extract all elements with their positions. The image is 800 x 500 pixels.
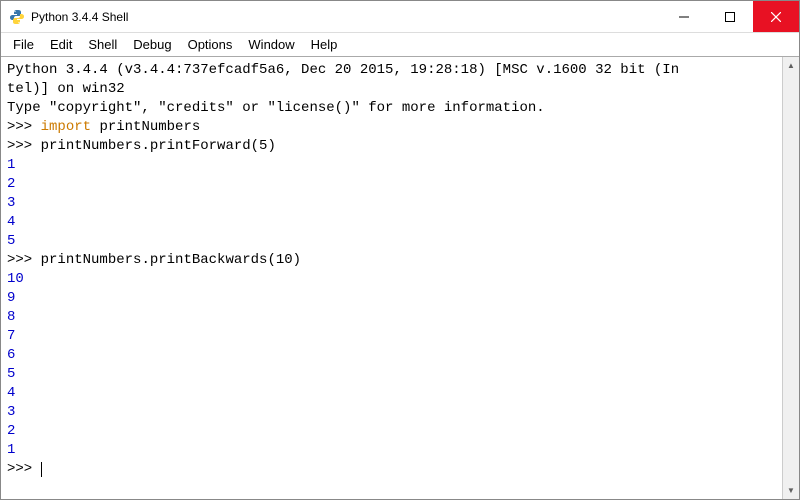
prompt: >>>: [7, 252, 32, 268]
window-title: Python 3.4.4 Shell: [31, 10, 661, 24]
vertical-scrollbar[interactable]: ▲ ▼: [782, 57, 799, 499]
output-line: 5: [7, 233, 15, 249]
maximize-button[interactable]: [707, 1, 753, 32]
titlebar[interactable]: Python 3.4.4 Shell: [1, 1, 799, 33]
output-line: 4: [7, 214, 15, 230]
input-line: printNumbers.printBackwards(10): [41, 252, 301, 268]
output-line: 1: [7, 157, 15, 173]
prompt: >>>: [7, 461, 32, 477]
scroll-down-arrow-icon[interactable]: ▼: [783, 482, 799, 499]
python-shell-window: Python 3.4.4 Shell File Edit Shell Debug…: [0, 0, 800, 500]
keyword-import: import: [41, 119, 91, 135]
banner-line: Type "copyright", "credits" or "license(…: [7, 100, 545, 116]
output-line: 1: [7, 442, 15, 458]
menu-options[interactable]: Options: [180, 35, 241, 54]
prompt: >>>: [7, 138, 32, 154]
output-line: 10: [7, 271, 24, 287]
output-line: 3: [7, 195, 15, 211]
window-controls: [661, 1, 799, 32]
output-line: 5: [7, 366, 15, 382]
output-line: 2: [7, 176, 15, 192]
menu-window[interactable]: Window: [240, 35, 302, 54]
scroll-track[interactable]: [783, 74, 799, 482]
text-cursor: [41, 462, 42, 477]
module-name: printNumbers: [91, 119, 200, 135]
menu-file[interactable]: File: [5, 35, 42, 54]
minimize-button[interactable]: [661, 1, 707, 32]
output-line: 8: [7, 309, 15, 325]
banner-line: Python 3.4.4 (v3.4.4:737efcadf5a6, Dec 2…: [7, 62, 679, 78]
input-line: printNumbers.printForward(5): [41, 138, 276, 154]
close-button[interactable]: [753, 1, 799, 32]
menu-shell[interactable]: Shell: [80, 35, 125, 54]
menu-edit[interactable]: Edit: [42, 35, 80, 54]
content-area: Python 3.4.4 (v3.4.4:737efcadf5a6, Dec 2…: [1, 57, 799, 499]
output-line: 9: [7, 290, 15, 306]
python-icon: [9, 9, 25, 25]
output-line: 7: [7, 328, 15, 344]
output-line: 4: [7, 385, 15, 401]
console-output[interactable]: Python 3.4.4 (v3.4.4:737efcadf5a6, Dec 2…: [1, 57, 782, 499]
banner-line: tel)] on win32: [7, 81, 125, 97]
menubar: File Edit Shell Debug Options Window Hel…: [1, 33, 799, 57]
scroll-up-arrow-icon[interactable]: ▲: [783, 57, 799, 74]
prompt: >>>: [7, 119, 32, 135]
output-line: 2: [7, 423, 15, 439]
menu-debug[interactable]: Debug: [125, 35, 179, 54]
menu-help[interactable]: Help: [303, 35, 346, 54]
output-line: 3: [7, 404, 15, 420]
output-line: 6: [7, 347, 15, 363]
